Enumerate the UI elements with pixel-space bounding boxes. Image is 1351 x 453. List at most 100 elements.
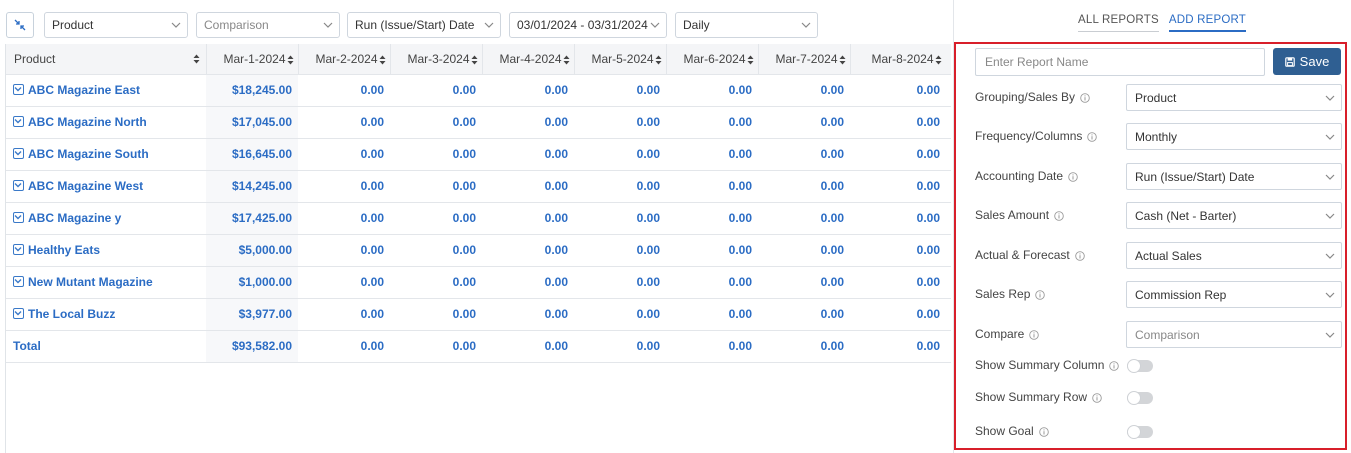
product-name-cell[interactable]: The Local Buzz	[6, 298, 206, 331]
table-row: Healthy Eats $5,000.00 0.00 0.00 0.00 0.00 0.0…	[6, 234, 951, 267]
chevron-down-icon	[1325, 253, 1335, 259]
collapse-button[interactable]	[6, 12, 34, 38]
product-name-cell[interactable]: Healthy Eats	[6, 234, 206, 267]
value-cell: 0.00	[666, 298, 758, 331]
product-select[interactable]: Product	[44, 12, 188, 38]
column-header-date[interactable]: Mar-8-2024	[850, 44, 951, 75]
toggle-knob	[1127, 359, 1141, 373]
chevron-down-icon	[484, 22, 494, 28]
tab-add-report[interactable]: ADD REPORT	[1168, 14, 1247, 32]
expand-icon[interactable]	[13, 116, 24, 127]
value-cell: 0.00	[390, 234, 482, 267]
product-name-cell[interactable]: ABC Magazine North	[6, 106, 206, 139]
tab-all-reports[interactable]: ALL REPORTS	[1078, 14, 1159, 32]
date-range-select[interactable]: 03/01/2024 - 03/31/2024	[509, 12, 667, 38]
value-cell: 0.00	[574, 74, 666, 107]
table-row: ABC Magazine West $14,245.00 0.00 0.00 0.00 0…	[6, 170, 951, 203]
value-cell: 0.00	[482, 202, 574, 235]
comparison-select[interactable]: Comparison	[196, 12, 340, 38]
column-header-label: Mar-3-2024	[407, 51, 470, 66]
field-select-value: Run (Issue/Start) Date	[1135, 169, 1255, 184]
date-type-select[interactable]: Run (Issue/Start) Date	[347, 12, 501, 38]
toggle-switch[interactable]	[1127, 359, 1153, 373]
value-cell: 0.00	[666, 106, 758, 139]
field-label: Actual & Forecast	[975, 248, 1085, 262]
field-select[interactable]: Product	[1126, 84, 1342, 111]
info-icon[interactable]	[1074, 250, 1085, 261]
product-name-cell[interactable]: New Mutant Magazine	[6, 266, 206, 299]
table-row: The Local Buzz $3,977.00 0.00 0.00 0.00 0.00 0…	[6, 298, 951, 331]
column-header-product[interactable]: Product	[6, 44, 207, 75]
product-name: New Mutant Magazine	[28, 275, 153, 289]
interval-select[interactable]: Daily	[675, 12, 818, 38]
expand-icon[interactable]	[13, 212, 24, 223]
save-button-label: Save	[1299, 54, 1330, 69]
sort-icon	[471, 55, 477, 65]
column-header-label: Mar-1-2024	[223, 51, 286, 66]
value-cell: 0.00	[758, 298, 850, 331]
field-select[interactable]: Commission Rep	[1126, 281, 1342, 308]
table-row: New Mutant Magazine $1,000.00 0.00 0.00 0.00…	[6, 266, 951, 299]
field-select[interactable]: Comparison	[1126, 321, 1342, 348]
info-icon[interactable]	[1029, 329, 1040, 340]
product-name-cell[interactable]: ABC Magazine East	[6, 74, 206, 107]
field-select[interactable]: Run (Issue/Start) Date	[1126, 163, 1342, 190]
expand-icon[interactable]	[13, 276, 24, 287]
amount-cell: $93,582.00	[206, 330, 298, 363]
column-header-label: Product	[14, 51, 56, 66]
value-cell: 0.00	[574, 298, 666, 331]
info-icon[interactable]	[1054, 210, 1064, 221]
sort-icon	[193, 54, 199, 64]
chevron-down-icon	[1325, 292, 1335, 298]
field-select[interactable]: Cash (Net - Barter)	[1126, 202, 1342, 229]
product-name-cell[interactable]: ABC Magazine y	[6, 202, 206, 235]
info-icon[interactable]	[1109, 360, 1120, 371]
value-cell: 0.00	[850, 74, 951, 107]
toggle-switch[interactable]	[1127, 391, 1153, 405]
table-header-row: Product Mar-1-2024 Mar-2-2024 Mar-3-2024…	[6, 44, 951, 75]
expand-icon[interactable]	[13, 148, 24, 159]
chevron-down-icon	[1325, 213, 1335, 219]
field-select[interactable]: Actual Sales	[1126, 242, 1342, 269]
toggle-switch[interactable]	[1127, 425, 1153, 439]
info-icon[interactable]	[1035, 289, 1046, 300]
info-icon[interactable]	[1080, 92, 1090, 103]
amount-cell: $14,245.00	[206, 170, 298, 203]
toggle-label: Show Goal	[975, 424, 1049, 438]
column-header-date[interactable]: Mar-5-2024	[574, 44, 667, 75]
value-cell: 0.00	[850, 106, 951, 139]
value-cell: 0.00	[482, 74, 574, 107]
info-icon[interactable]	[1068, 171, 1078, 182]
save-button[interactable]: Save	[1273, 48, 1341, 75]
field-label: Compare	[975, 327, 1040, 341]
field-label-text: Sales Rep	[975, 287, 1031, 301]
expand-icon[interactable]	[13, 244, 24, 255]
expand-icon[interactable]	[13, 84, 24, 95]
product-name-cell[interactable]: ABC Magazine South	[6, 138, 206, 171]
chevron-down-icon	[1325, 174, 1335, 180]
column-header-date[interactable]: Mar-4-2024	[482, 44, 575, 75]
value-cell: 0.00	[758, 170, 850, 203]
product-name-cell[interactable]: ABC Magazine West	[6, 170, 206, 203]
report-table: Product Mar-1-2024 Mar-2-2024 Mar-3-2024…	[6, 44, 951, 363]
column-header-date[interactable]: Mar-7-2024	[758, 44, 851, 75]
report-name-placeholder: Enter Report Name	[985, 55, 1089, 69]
info-icon[interactable]	[1038, 426, 1049, 437]
report-name-input[interactable]: Enter Report Name	[975, 48, 1265, 76]
expand-icon[interactable]	[13, 180, 24, 191]
field-label-text: Compare	[975, 327, 1025, 341]
column-header-date[interactable]: Mar-1-2024	[206, 44, 299, 75]
value-cell: 0.00	[390, 106, 482, 139]
table-row: ABC Magazine East $18,245.00 0.00 0.00 0.00 0…	[6, 74, 951, 107]
column-header-date[interactable]: Mar-3-2024	[390, 44, 483, 75]
column-header-date[interactable]: Mar-6-2024	[666, 44, 759, 75]
toggle-label: Show Summary Row	[975, 390, 1102, 404]
info-icon[interactable]	[1087, 131, 1098, 142]
report-toolbar: Product Comparison Run (Issue/Start) Dat…	[6, 12, 946, 38]
field-select[interactable]: Monthly	[1126, 123, 1342, 150]
field-label: Sales Rep	[975, 287, 1046, 301]
toggle-label-text: Show Summary Row	[975, 390, 1088, 404]
info-icon[interactable]	[1092, 392, 1102, 403]
column-header-date[interactable]: Mar-2-2024	[298, 44, 391, 75]
expand-icon[interactable]	[13, 308, 24, 319]
